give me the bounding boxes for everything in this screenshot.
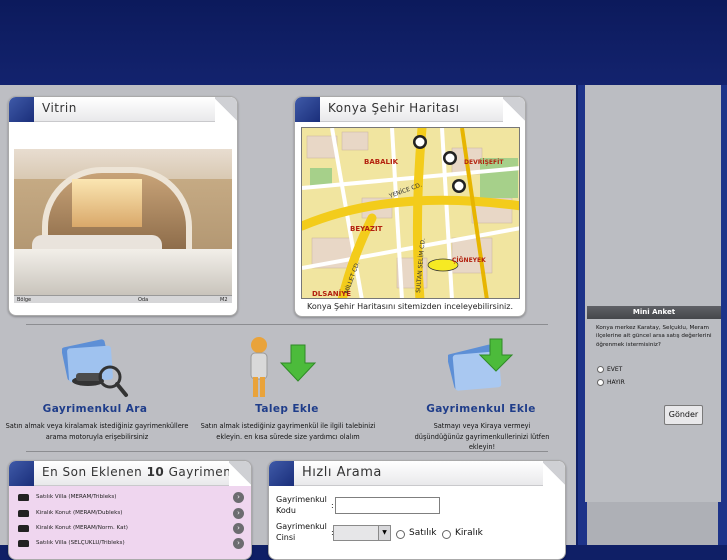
map-label-cigneyek: ÇİĞNEYEK bbox=[452, 257, 486, 264]
panel-title-icon bbox=[9, 97, 34, 122]
for-rent-radio[interactable] bbox=[442, 530, 451, 539]
list-item[interactable]: Satılık Villa (MERAM/Tribleks) › bbox=[12, 492, 244, 503]
chevron-down-icon[interactable]: ▼ bbox=[378, 526, 390, 540]
latest-listings-title: En Son Eklenen 10 Gayrimenkul bbox=[42, 465, 251, 479]
list-item-label: Kiralık Konut (MERAM/Norm. Kat) bbox=[36, 525, 128, 531]
chevron-right-icon[interactable]: › bbox=[233, 523, 244, 534]
header-banner bbox=[0, 0, 727, 85]
map-label-beyazit: BEYAZIT bbox=[350, 225, 383, 233]
poll-panel bbox=[585, 85, 721, 502]
photo-label-area: M2 bbox=[220, 297, 228, 303]
panel-title-icon bbox=[295, 97, 320, 122]
photo-label-region: Bölge bbox=[17, 297, 32, 303]
for-rent-label: Kiralık bbox=[455, 528, 483, 538]
list-item-label: Satılık Villa (SELÇUKLU/Tribleks) bbox=[36, 540, 125, 546]
poll-yes-radio[interactable] bbox=[597, 366, 604, 373]
list-item-label: Satılık Villa (MERAM/Tribleks) bbox=[36, 494, 117, 500]
list-item[interactable]: Kiralık Konut (MERAM/Norm. Kat) › bbox=[12, 523, 244, 534]
poll-question: Konya merkez Karatay, Selçuklu, Meram il… bbox=[596, 325, 712, 348]
property-type-select[interactable]: ▼ bbox=[333, 525, 391, 541]
car-icon bbox=[18, 510, 29, 517]
vitrin-title: Vitrin bbox=[42, 101, 77, 115]
for-sale-radio[interactable] bbox=[396, 530, 405, 539]
map-label-babalik: BABALIK bbox=[364, 158, 399, 166]
city-map-caption: Konya Şehir Haritasını sitemizden incele… bbox=[307, 302, 513, 311]
panel-corner-curl bbox=[229, 461, 251, 486]
add-property-icon[interactable] bbox=[446, 335, 516, 399]
search-feature-icon[interactable] bbox=[61, 337, 130, 399]
chevron-right-icon[interactable]: › bbox=[233, 538, 244, 549]
panel-corner-curl bbox=[543, 461, 565, 486]
vitrin-photo-info-bar: Bölge Oda M2 bbox=[14, 295, 232, 303]
car-icon bbox=[18, 540, 29, 547]
form-colon: : bbox=[331, 501, 334, 510]
panel-corner-curl bbox=[215, 97, 237, 122]
divider bbox=[26, 324, 548, 325]
feature-desc-add-property: Satmayı veya Kiraya vermeyi düşündüğünüz… bbox=[414, 422, 550, 451]
poll-title: Mini Anket bbox=[587, 306, 721, 319]
property-type-label: Gayrimenkul Cinsi bbox=[276, 522, 327, 542]
chevron-right-icon[interactable]: › bbox=[233, 508, 244, 519]
for-sale-label: Satılık bbox=[409, 528, 437, 538]
panel-corner-curl bbox=[503, 97, 525, 122]
panel-title-icon bbox=[9, 461, 34, 486]
poll-option-yes[interactable]: EVET bbox=[597, 366, 622, 373]
poll-option-no[interactable]: HAYIR bbox=[597, 379, 625, 386]
poll-no-radio[interactable] bbox=[597, 379, 604, 386]
feature-title-add-property[interactable]: Gayrimenkul Ekle bbox=[416, 403, 546, 415]
feature-desc-request: Satın almak istediğiniz gayrimenkül ile … bbox=[200, 422, 376, 441]
list-item-label: Kiralık Konut (MERAM/Dubleks) bbox=[36, 510, 123, 516]
poll-no-label: HAYIR bbox=[607, 379, 625, 386]
vitrin-photo[interactable] bbox=[14, 149, 232, 295]
map-label-devrisefit: DEVRİŞEFİT bbox=[464, 159, 504, 166]
chevron-right-icon[interactable]: › bbox=[233, 492, 244, 503]
photo-label-rooms: Oda bbox=[138, 297, 149, 303]
property-code-label: Gayrimenkul Kodu bbox=[276, 495, 327, 515]
feature-title-request[interactable]: Talep Ekle bbox=[222, 403, 352, 415]
panel-title-icon bbox=[269, 461, 294, 486]
car-icon bbox=[18, 494, 29, 501]
poll-submit-button[interactable]: Gönder bbox=[664, 405, 703, 425]
list-item[interactable]: Kiralık Konut (MERAM/Dubleks) › bbox=[12, 508, 244, 519]
city-map-title: Konya Şehir Haritası bbox=[328, 101, 460, 115]
property-code-input[interactable] bbox=[335, 497, 440, 514]
feature-desc-search: Satın almak veya kiralamak istediğiniz g… bbox=[5, 422, 189, 441]
add-request-icon[interactable] bbox=[245, 335, 321, 401]
poll-yes-label: EVET bbox=[607, 366, 623, 373]
list-item[interactable]: Satılık Villa (SELÇUKLU/Tribleks) › bbox=[12, 538, 244, 549]
car-icon bbox=[18, 525, 29, 532]
city-map-image[interactable]: BABALIK DEVRİŞEFİT BEYAZIT ÇİĞNEYEK DLSA… bbox=[301, 127, 520, 299]
quick-search-title: Hızlı Arama bbox=[302, 465, 382, 480]
feature-title-search[interactable]: Gayrimenkul Ara bbox=[30, 403, 160, 415]
